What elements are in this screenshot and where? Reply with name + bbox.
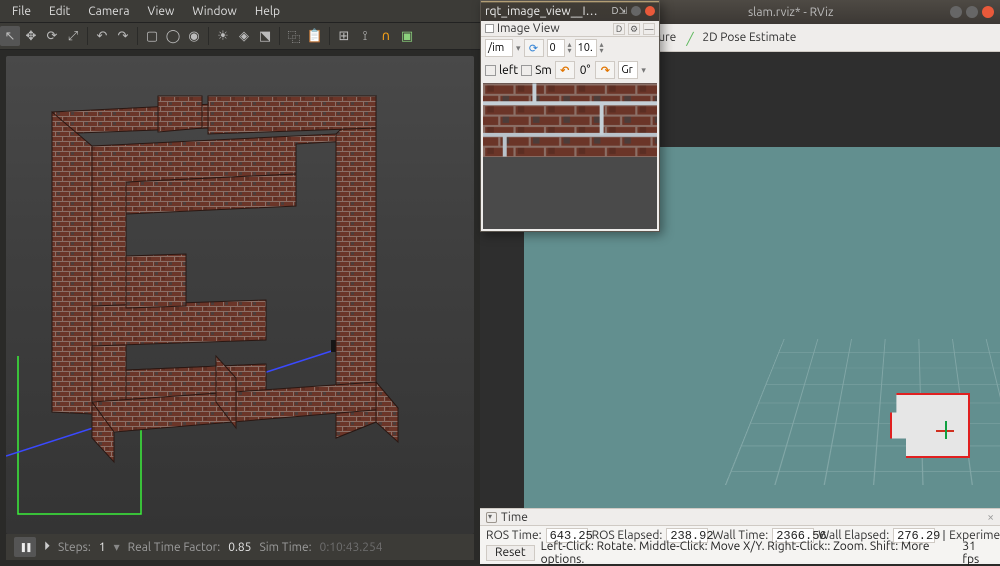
topic-dropdown-icon[interactable]: ▾ xyxy=(516,43,521,54)
toolbar-sep xyxy=(279,27,280,45)
toolbar-sep xyxy=(137,27,138,45)
pause-button[interactable] xyxy=(14,537,36,557)
tool-move[interactable]: ✥ xyxy=(21,26,41,46)
rqt-image-view-window[interactable]: rqt_image_view__ImageV… D⇲ Image View D … xyxy=(480,0,660,232)
num-stepper-icon[interactable]: ▴▾ xyxy=(568,42,572,54)
tool-copy[interactable]: ⿻ xyxy=(284,26,304,46)
tool-scale[interactable]: ⤢ xyxy=(63,26,83,46)
settings-small-icon[interactable]: ⚙ xyxy=(628,23,640,35)
gazebo-menubar: File Edit Camera View Window Help xyxy=(0,0,480,22)
image-view-subheader: Image View D ⚙ — xyxy=(481,21,659,37)
menu-help[interactable]: Help xyxy=(247,3,288,20)
gazebo-window: File Edit Camera View Window Help ↖ ✥ ⟳ … xyxy=(0,0,480,564)
panel-close-icon[interactable]: × xyxy=(987,511,994,524)
tool-undo[interactable]: ↶ xyxy=(92,26,112,46)
iv-minimize-icon[interactable] xyxy=(631,6,641,16)
rtf-label: Real Time Factor: xyxy=(128,541,221,554)
left-checkbox[interactable] xyxy=(485,65,496,76)
window-close-icon[interactable] xyxy=(982,6,994,18)
rtf-value: 0.85 xyxy=(228,541,251,554)
fps-readout: 31 fps xyxy=(962,540,994,566)
menu-view[interactable]: View xyxy=(140,3,183,20)
tool-paste[interactable]: 📋 xyxy=(305,26,325,46)
tool-pointlight[interactable]: ☀ xyxy=(213,26,233,46)
tool-sphere[interactable]: ◯ xyxy=(163,26,183,46)
tool-box[interactable]: ▢ xyxy=(142,26,162,46)
simtime-label: Sim Time: xyxy=(259,541,311,554)
window-maximize-icon[interactable] xyxy=(966,6,978,18)
tool-cylinder[interactable]: ◉ xyxy=(184,26,204,46)
image-view-canvas[interactable] xyxy=(483,83,657,229)
gazebo-scene-svg xyxy=(6,56,474,534)
rviz-occupancy-map xyxy=(890,393,970,458)
minus-small-icon[interactable]: — xyxy=(643,23,655,35)
refresh-button[interactable]: ⟳ xyxy=(524,39,544,57)
detach-small-icon[interactable]: D xyxy=(613,23,625,35)
arrow-icon xyxy=(686,32,698,44)
tool-snap[interactable]: ⊞ xyxy=(334,26,354,46)
time-panel-title: Time xyxy=(501,511,528,524)
window-minimize-icon[interactable] xyxy=(950,6,962,18)
rviz-title-right: slam.rviz* - RViz xyxy=(748,6,834,19)
step-fwd-icon[interactable]: ▾ xyxy=(114,540,120,554)
sm-checkbox[interactable] xyxy=(521,65,532,76)
rotate-ccw-button[interactable]: ↶ xyxy=(555,61,575,79)
panel-toggle-icon[interactable] xyxy=(486,512,497,523)
image-view-row-2: left Sm ↶ 0° ↷ Gr ▾ xyxy=(481,59,659,81)
menu-window[interactable]: Window xyxy=(184,3,244,20)
image-view-title: rqt_image_view__ImageV… xyxy=(485,5,608,18)
tool-magnet-icon[interactable]: ∩ xyxy=(376,26,396,46)
num-field[interactable]: 0 xyxy=(547,39,565,57)
gazebo-3d-viewport[interactable] xyxy=(6,56,474,534)
camera-image xyxy=(483,83,657,157)
toolbar-sep xyxy=(208,27,209,45)
reset-button[interactable]: Reset xyxy=(486,545,535,561)
image-view-sub-label: Image View xyxy=(497,22,560,35)
rotate-cw-button[interactable]: ↷ xyxy=(595,61,615,79)
left-label: left xyxy=(499,64,518,77)
steps-value: 1 xyxy=(99,541,106,554)
tool-dirlight[interactable]: ⬔ xyxy=(255,26,275,46)
tf-axes-icon xyxy=(936,421,954,439)
tool-redo[interactable]: ↷ xyxy=(113,26,133,46)
zoom-stepper-icon[interactable]: ▴▾ xyxy=(600,42,604,54)
tool-arrow[interactable]: ↖ xyxy=(0,26,20,46)
iv-close-icon[interactable] xyxy=(645,6,655,16)
image-view-row-1: /im ▾ ⟳ 0 ▴▾ 10. ▴▾ xyxy=(481,37,659,59)
gazebo-toolbar: ↖ ✥ ⟳ ⤢ ↶ ↷ ▢ ◯ ◉ ☀ ◈ ⬔ ⿻ 📋 ⊞ ⟟ ∩ ▣ xyxy=(0,22,480,50)
zoom-field[interactable]: 10. xyxy=(575,39,597,57)
mouse-hint-text: Left-Click: Rotate. Middle-Click: Move X… xyxy=(541,540,957,566)
rviz-status-bar: Reset Left-Click: Rotate. Middle-Click: … xyxy=(480,544,1000,562)
simtime-value: 0:10:43.254 xyxy=(320,541,383,554)
topic-field[interactable]: /im xyxy=(485,39,513,57)
tool-spotlight[interactable]: ◈ xyxy=(234,26,254,46)
tool-rotate[interactable]: ⟳ xyxy=(42,26,62,46)
image-view-titlebar[interactable]: rqt_image_view__ImageV… D⇲ xyxy=(481,1,659,21)
gr-dropdown-icon[interactable]: ▾ xyxy=(641,65,646,76)
gr-field[interactable]: Gr xyxy=(618,61,638,79)
laser-scan-outline xyxy=(890,393,970,458)
dock-icon[interactable] xyxy=(485,24,494,33)
sm-label: Sm xyxy=(535,64,552,77)
tool-tape[interactable]: ⟟ xyxy=(355,26,375,46)
deg-label: 0° xyxy=(578,64,593,77)
steps-label: Steps: xyxy=(58,541,91,554)
tool-screenshot-icon[interactable]: ▣ xyxy=(397,26,417,46)
step-back-icon[interactable]: ⏵ xyxy=(44,540,50,554)
detach-icon[interactable]: D⇲ xyxy=(612,5,627,17)
gazebo-status-bar: ⏵ Steps: 1 ▾ Real Time Factor: 0.85 Sim … xyxy=(6,534,474,560)
ros-time-label: ROS Time: xyxy=(486,529,542,542)
menu-file[interactable]: File xyxy=(4,3,39,20)
rviz-time-panel-header[interactable]: Time × xyxy=(480,508,1000,526)
toolbar-sep xyxy=(87,27,88,45)
tool-2d-pose-estimate[interactable]: 2D Pose Estimate xyxy=(686,31,796,44)
menu-edit[interactable]: Edit xyxy=(41,3,78,20)
toolbar-sep xyxy=(329,27,330,45)
experimental-checkbox[interactable] xyxy=(943,530,945,541)
menu-camera[interactable]: Camera xyxy=(80,3,137,20)
